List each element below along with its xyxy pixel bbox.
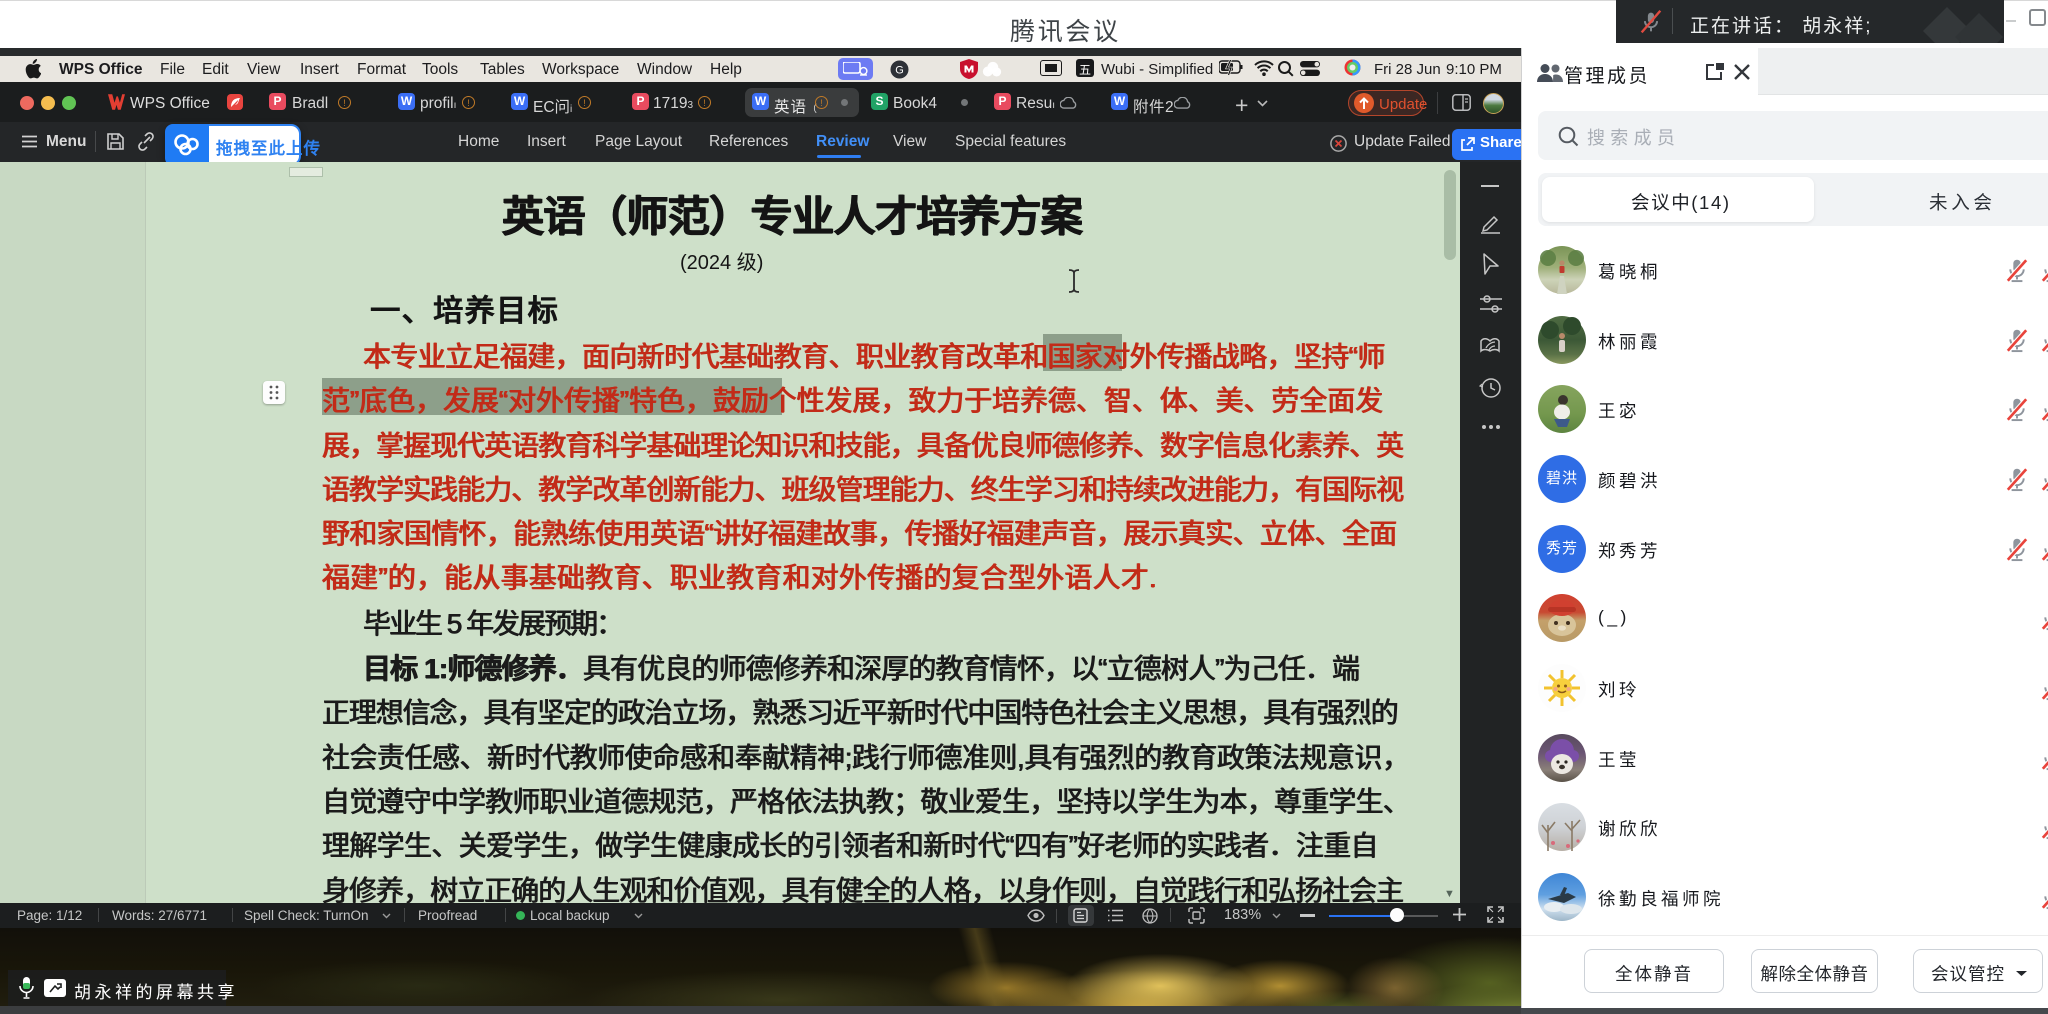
svg-text:G: G [895,65,904,77]
